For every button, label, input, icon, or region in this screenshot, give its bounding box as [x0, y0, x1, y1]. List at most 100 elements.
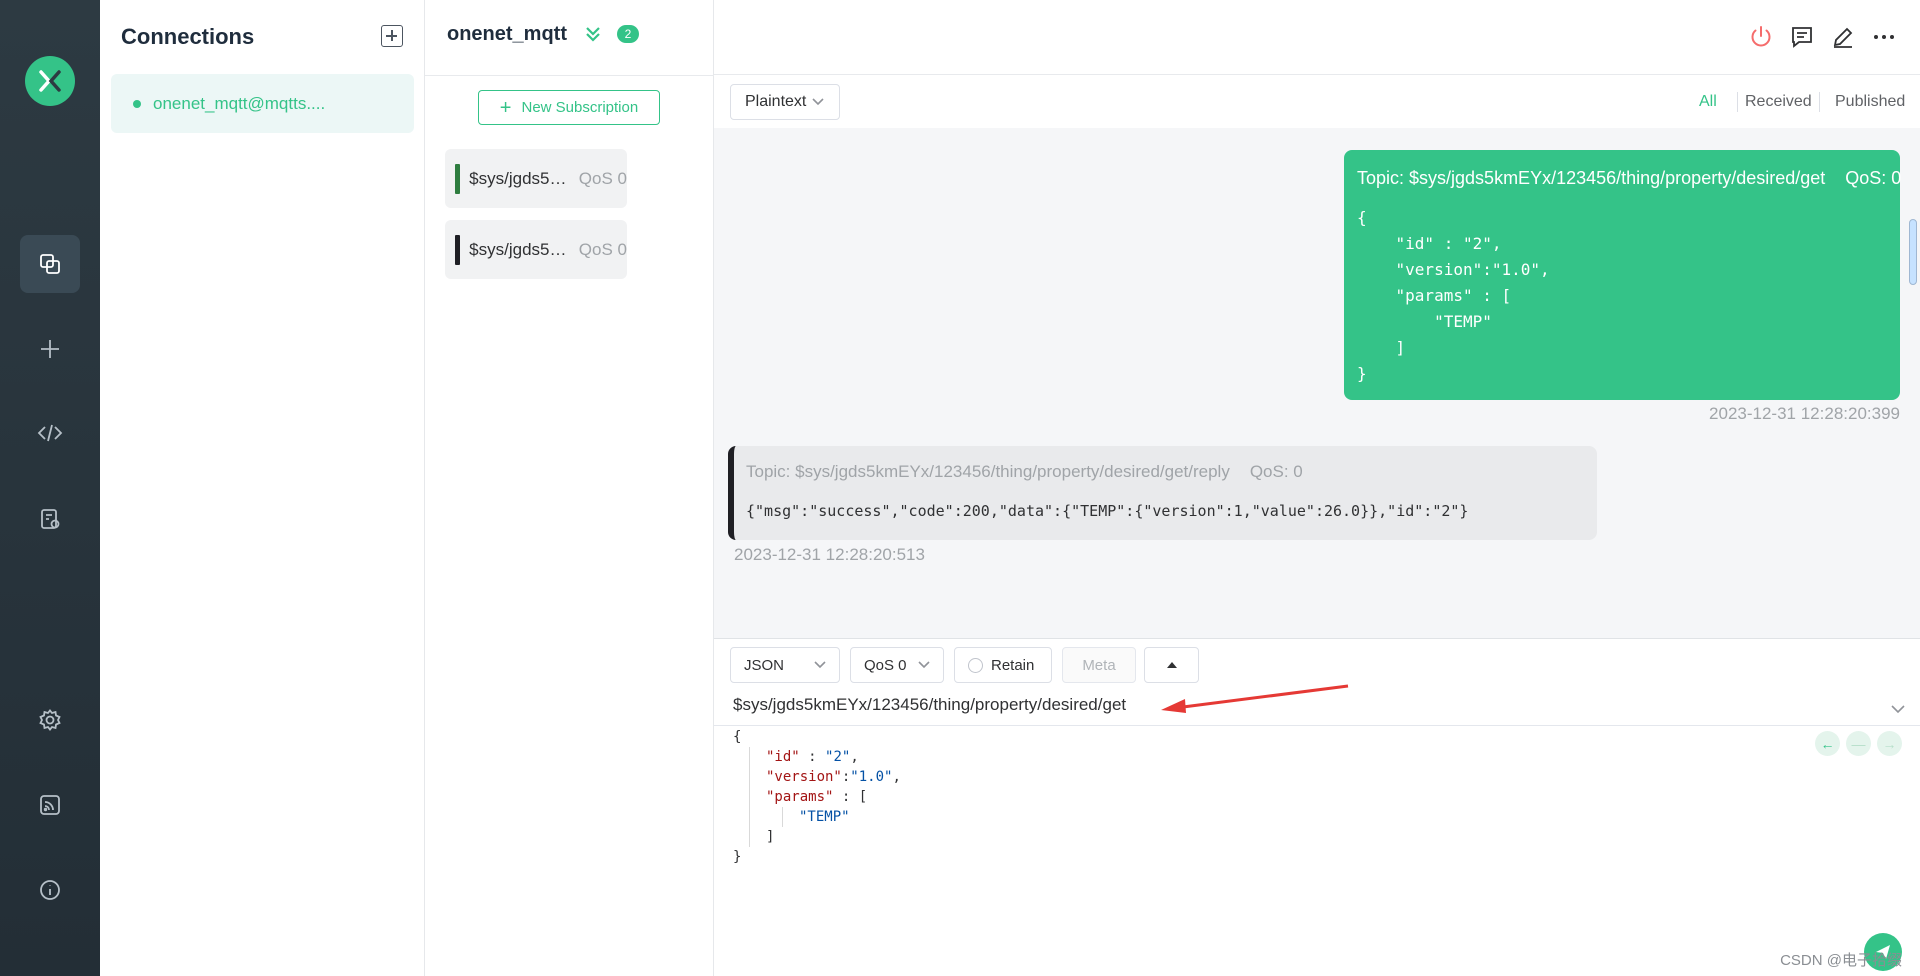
message-topic: Topic: $sys/jgds5kmEYx/123456/thing/prop…	[1357, 168, 1826, 188]
power-icon[interactable]	[1748, 24, 1774, 50]
subscriptions-panel: onenet_mqtt 2 + New Subscription $sys/jg…	[425, 0, 714, 976]
rail-new-connection-button[interactable]	[20, 320, 80, 378]
payload-format-select[interactable]: Plaintext	[730, 84, 840, 120]
minus-icon[interactable]: —	[1846, 731, 1871, 756]
editor-line: "id" : "2",	[766, 749, 859, 765]
meta-button[interactable]: Meta	[1062, 647, 1136, 683]
editor-line: "version":"1.0",	[766, 769, 901, 785]
subscription-qos: QoS 0	[578, 239, 627, 259]
json-value: "2"	[825, 749, 851, 765]
subscription-item[interactable]: $sys/jgds5kmEYx/123456/thing/property/de…	[445, 220, 627, 279]
filter-received[interactable]: Received	[1745, 93, 1812, 111]
message-payload: { "id" : "2", "version":"1.0", "params" …	[1357, 208, 1550, 383]
left-navigation-rail	[0, 0, 100, 976]
subscription-qos: QoS 0	[578, 168, 627, 188]
subscription-topic: $sys/jgds5kmEYx/123456/thing/property/de…	[469, 239, 569, 259]
connection-title: onenet_mqtt	[447, 23, 567, 45]
rss-icon	[40, 795, 60, 815]
retain-toggle[interactable]: Retain	[954, 647, 1052, 683]
mqttx-logo-icon	[39, 70, 61, 92]
json-key: "params"	[766, 789, 834, 805]
subscription-count-badge: 2	[617, 25, 639, 43]
editor-line: {	[733, 727, 901, 747]
publish-format-value: JSON	[744, 656, 785, 674]
divider	[1737, 92, 1738, 112]
json-value: "TEMP"	[799, 809, 850, 825]
caret-up-icon	[1166, 662, 1177, 668]
rail-settings-button[interactable]	[20, 691, 80, 749]
retain-label: Retain	[991, 656, 1035, 674]
connections-title: Connections	[121, 24, 255, 49]
subscription-color-bar	[455, 234, 461, 265]
editor-line: "TEMP"	[733, 807, 901, 827]
json-value: "1.0"	[850, 769, 893, 785]
json-sep: : [	[833, 789, 868, 805]
message-scrollbar[interactable]	[1909, 219, 1917, 285]
brace: }	[733, 849, 742, 865]
rail-connections-button[interactable]	[20, 235, 80, 293]
message-topic: Topic: $sys/jgds5kmEYx/123456/thing/prop…	[746, 462, 1230, 481]
publish-qos-select[interactable]: QoS 0	[850, 647, 944, 683]
brace: {	[733, 729, 742, 745]
published-message[interactable]: Topic: $sys/jgds5kmEYx/123456/thing/prop…	[1344, 150, 1901, 400]
connection-header	[714, 0, 1920, 75]
editor-line: "params" : [	[733, 787, 901, 807]
chevron-down-icon	[814, 661, 826, 669]
publish-topic-input[interactable]: $sys/jgds5kmEYx/123456/thing/property/de…	[733, 695, 1126, 715]
divider	[1819, 92, 1820, 112]
connection-item[interactable]: onenet_mqtt@mqtts....	[111, 74, 414, 133]
message-topic-line: Topic: $sys/jgds5kmEYx/123456/thing/prop…	[1357, 168, 1901, 189]
edit-icon[interactable]	[1830, 24, 1856, 50]
rail-script-button[interactable]	[20, 404, 80, 462]
json-key: "version"	[766, 769, 842, 785]
subscription-color-bar	[455, 163, 461, 194]
publish-format-select[interactable]: JSON	[730, 647, 840, 683]
history-navigation: ← — →	[1815, 731, 1902, 756]
copy-icon	[40, 254, 60, 274]
payload-editor[interactable]: { "id" : "2", "version":"1.0", "params" …	[733, 727, 901, 867]
message-list: Plaintext All Received Published Topic: …	[714, 76, 1920, 638]
app-logo	[25, 56, 75, 106]
message-qos: QoS: 0	[1845, 168, 1902, 188]
message-time: 2023-12-31 12:28:20:513	[734, 545, 925, 564]
new-subscription-button[interactable]: + New Subscription	[478, 90, 660, 125]
subscription-item[interactable]: $sys/jgds5kmEYx/123456/thing/property/de…	[445, 149, 627, 208]
rail-benchmark-button[interactable]	[20, 776, 80, 834]
connection-label: onenet_mqtt@mqtts....	[153, 93, 326, 113]
filter-all[interactable]: All	[1699, 93, 1717, 111]
received-message[interactable]: Topic: $sys/jgds5kmEYx/123456/thing/prop…	[728, 446, 1597, 540]
rail-log-button[interactable]	[20, 490, 80, 548]
collapse-chevrons-icon[interactable]	[583, 24, 603, 44]
gear-icon	[39, 709, 61, 731]
add-connection-icon[interactable]	[381, 25, 403, 47]
editor-line: ]	[733, 827, 901, 847]
plus-icon	[41, 340, 59, 358]
arrow-left-icon[interactable]: ←	[1815, 731, 1840, 756]
publish-qos-value: QoS 0	[864, 656, 907, 674]
retain-radio[interactable]	[968, 657, 983, 673]
plus-icon: +	[499, 96, 512, 119]
info-icon	[40, 880, 60, 900]
chevron-down-icon	[918, 661, 930, 669]
expand-publish-button[interactable]	[1144, 647, 1199, 683]
watermark: CSDN @电子拾缀	[1780, 952, 1902, 969]
chevron-down-icon[interactable]	[1890, 701, 1906, 717]
annotation-arrow-icon	[1161, 684, 1349, 713]
code-icon	[37, 424, 63, 442]
log-icon	[41, 509, 60, 529]
filter-published[interactable]: Published	[1835, 93, 1905, 111]
message-toolbar: Plaintext All Received Published	[714, 76, 1920, 128]
more-icon[interactable]	[1871, 24, 1897, 50]
json-key: "id"	[766, 749, 800, 765]
connections-panel: Connections onenet_mqtt@mqtts....	[100, 0, 425, 976]
json-sep: :	[799, 749, 826, 765]
connection-status-dot	[133, 99, 141, 108]
message-qos: QoS: 0	[1249, 462, 1303, 481]
bracket: ]	[766, 829, 775, 845]
arrow-right-icon[interactable]: →	[1877, 731, 1902, 756]
message-icon[interactable]	[1789, 24, 1815, 50]
new-subscription-label: New Subscription	[521, 99, 639, 116]
subscription-topic: $sys/jgds5kmEYx/123456/thing/property/de…	[469, 168, 569, 188]
rail-about-button[interactable]	[20, 861, 80, 919]
message-time: 2023-12-31 12:28:20:399	[1709, 404, 1900, 423]
